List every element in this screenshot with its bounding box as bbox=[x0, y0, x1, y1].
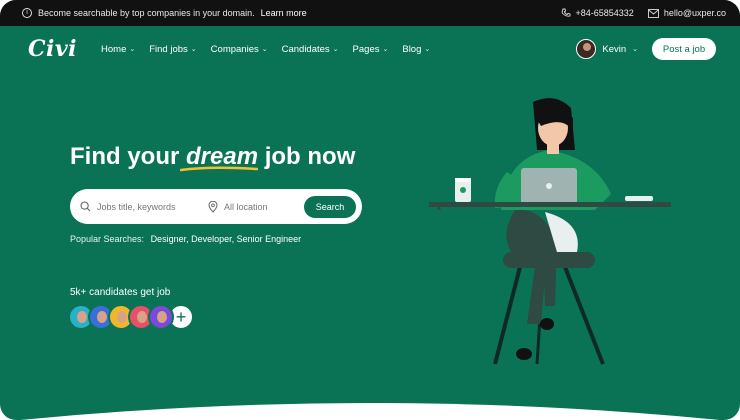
candidates-count: 5k+ candidates get job bbox=[70, 287, 171, 298]
hero-illustration bbox=[429, 98, 671, 365]
nav-item-pages[interactable]: Pages ⌄ bbox=[353, 44, 389, 55]
email-address: hello@uxper.co bbox=[663, 8, 726, 18]
logo[interactable]: Civi bbox=[28, 36, 77, 62]
chevron-down-icon: ⌄ bbox=[129, 46, 136, 53]
chevron-down-icon: ⌄ bbox=[382, 46, 389, 53]
info-icon: i bbox=[22, 8, 32, 18]
announcement-bar: i Become searchable by top companies in … bbox=[0, 0, 740, 26]
nav-item-home[interactable]: Home ⌄ bbox=[101, 44, 135, 55]
email-contact[interactable]: hello@uxper.co bbox=[647, 8, 726, 18]
phone-icon bbox=[561, 8, 570, 17]
learn-more-link[interactable]: Learn more bbox=[261, 8, 307, 18]
user-name: Kevin bbox=[602, 43, 627, 55]
bottom-wave bbox=[20, 403, 720, 420]
chevron-down-icon: ⌄ bbox=[424, 46, 431, 53]
job-search-bar: Jobs title, keywords All location Search bbox=[70, 189, 362, 224]
popular-terms[interactable]: Designer, Developer, Senior Engineer bbox=[151, 234, 302, 244]
avatar bbox=[148, 304, 174, 330]
search-icon bbox=[80, 201, 91, 212]
user-menu[interactable]: Kevin ⌄ bbox=[576, 39, 638, 59]
headline-part: Find your bbox=[70, 143, 186, 170]
headline-part: job now bbox=[258, 143, 356, 170]
location-select[interactable]: All location bbox=[208, 200, 296, 213]
mail-icon bbox=[647, 8, 659, 18]
nav-item-blog[interactable]: Blog ⌄ bbox=[402, 44, 430, 55]
phone-number: +84-65854332 bbox=[575, 8, 634, 18]
phone-contact[interactable]: +84-65854332 bbox=[561, 8, 634, 18]
popular-searches: Popular Searches: Designer, Developer, S… bbox=[70, 234, 301, 244]
popular-label: Popular Searches: bbox=[70, 234, 145, 244]
chevron-down-icon: ⌄ bbox=[261, 46, 268, 53]
main-navigation: Civi Home ⌄ Find jobs ⌄ Companies ⌄ Candida… bbox=[0, 26, 740, 72]
nav-item-companies[interactable]: Companies ⌄ bbox=[211, 44, 268, 55]
nav-menu: Home ⌄ Find jobs ⌄ Companies ⌄ Candidates ⌄ … bbox=[101, 44, 430, 55]
announcement-text: Become searchable by top companies in yo… bbox=[38, 8, 255, 18]
post-job-button[interactable]: Post a job bbox=[652, 38, 716, 60]
chevron-down-icon: ⌄ bbox=[332, 46, 339, 53]
search-input[interactable]: Jobs title, keywords bbox=[80, 201, 208, 212]
highlight-underline bbox=[180, 166, 258, 172]
avatar bbox=[576, 39, 597, 59]
page-frame: i Become searchable by top companies in … bbox=[0, 0, 740, 420]
candidate-avatars: + bbox=[68, 304, 194, 330]
nav-item-find-jobs[interactable]: Find jobs ⌄ bbox=[149, 44, 196, 55]
search-button[interactable]: Search bbox=[304, 195, 356, 218]
location-placeholder: All location bbox=[224, 201, 268, 212]
chevron-down-icon: ⌄ bbox=[632, 46, 638, 53]
nav-item-candidates[interactable]: Candidates ⌄ bbox=[282, 44, 339, 55]
search-placeholder: Jobs title, keywords bbox=[97, 201, 176, 212]
location-pin-icon bbox=[208, 200, 218, 213]
chevron-down-icon: ⌄ bbox=[190, 46, 197, 53]
